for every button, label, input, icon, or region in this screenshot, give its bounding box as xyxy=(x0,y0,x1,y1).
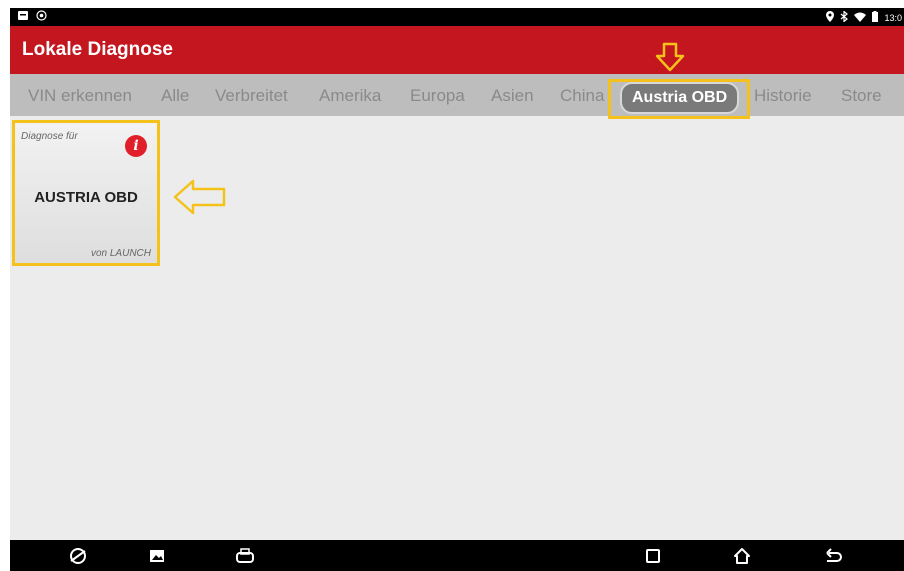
tab-amerika[interactable]: Amerika xyxy=(319,86,381,106)
category-tab-bar: VIN erkennen Alle Verbreitet Amerika Eur… xyxy=(10,74,904,116)
tab-alle[interactable]: Alle xyxy=(161,86,189,106)
arrow-left-icon xyxy=(173,179,227,220)
tab-asien[interactable]: Asien xyxy=(491,86,534,106)
info-icon[interactable]: i xyxy=(125,135,147,157)
notification-icon xyxy=(18,11,28,23)
vehicle-card-austria-obd[interactable]: Diagnose für i AUSTRIA OBD von LAUNCH xyxy=(12,120,160,266)
back-icon[interactable] xyxy=(823,546,843,566)
arrow-down-icon xyxy=(655,42,685,77)
gallery-icon[interactable] xyxy=(147,546,167,566)
vci-icon[interactable] xyxy=(235,546,255,566)
status-bar: 13:0 xyxy=(10,8,904,26)
bluetooth-icon xyxy=(840,10,849,24)
location-icon xyxy=(826,11,835,24)
tab-verbreitet[interactable]: Verbreitet xyxy=(215,86,288,106)
navigation-bar xyxy=(10,540,904,571)
app-title: Lokale Diagnose xyxy=(22,39,173,60)
recent-apps-icon[interactable] xyxy=(643,546,663,566)
battery-icon xyxy=(872,11,879,24)
tab-europa[interactable]: Europa xyxy=(410,86,465,106)
tab-historie[interactable]: Historie xyxy=(754,86,812,106)
tab-china[interactable]: China xyxy=(560,86,604,106)
card-prefix: Diagnose für xyxy=(21,131,78,142)
wifi-icon xyxy=(854,12,867,24)
tab-highlight-frame xyxy=(608,79,750,119)
app-screen: 13:0 Lokale Diagnose VIN erkennen Alle V… xyxy=(10,8,904,571)
tab-vin-erkennen[interactable]: VIN erkennen xyxy=(28,86,132,106)
card-maker: von LAUNCH xyxy=(90,248,151,259)
tab-store[interactable]: Store xyxy=(841,86,882,106)
browser-icon[interactable] xyxy=(68,546,88,566)
clock: 13:0 xyxy=(884,12,902,23)
card-name: AUSTRIA OBD xyxy=(34,189,138,206)
camera-icon xyxy=(36,10,47,24)
home-icon[interactable] xyxy=(732,546,752,566)
app-bar: Lokale Diagnose xyxy=(10,26,904,74)
